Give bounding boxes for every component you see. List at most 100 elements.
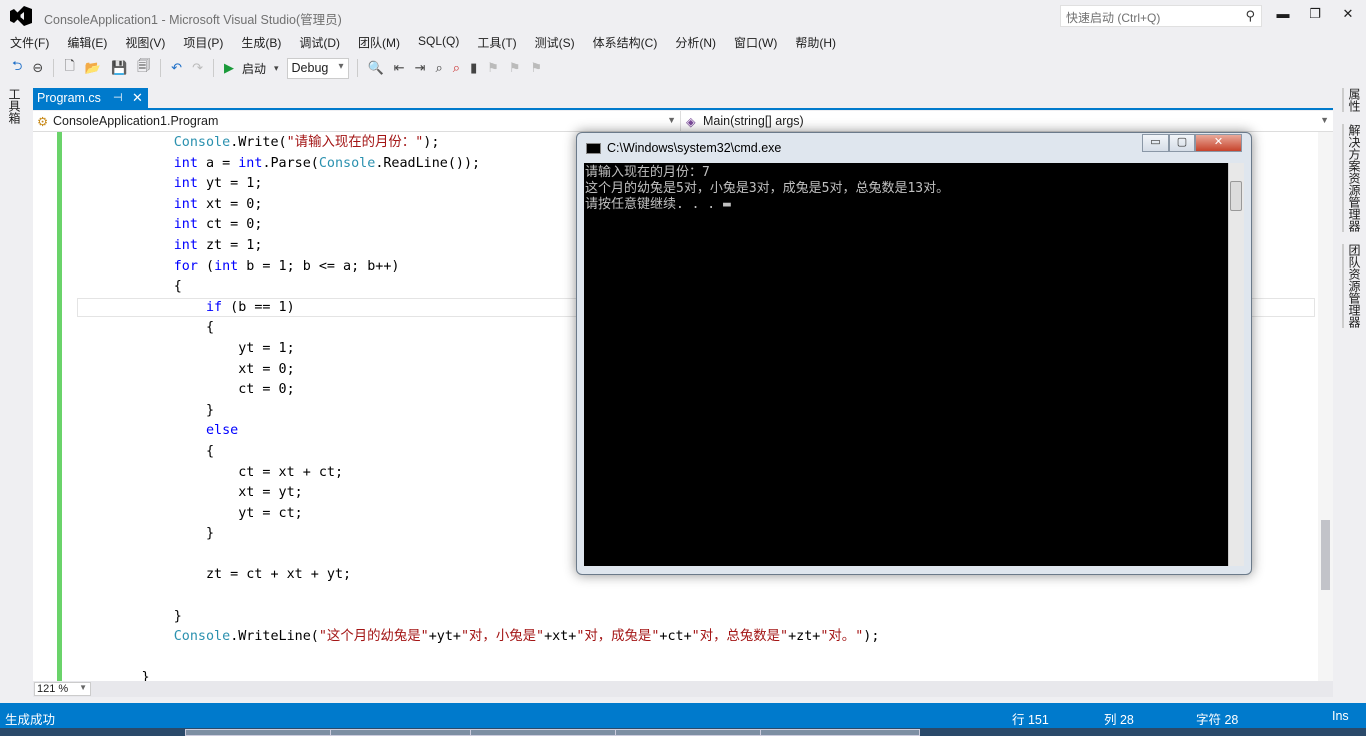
code-token: .WriteLine( [230,629,319,645]
next-bookmark-icon[interactable]: ⚑ [507,60,523,76]
pin-icon[interactable]: ⊣ [113,91,123,104]
save-all-icon[interactable]: 🗐 [135,57,152,79]
keyword-token: else [206,423,239,439]
undo-icon[interactable]: ↶ [169,60,184,76]
class-icon: ⚙ [37,115,49,129]
indent-icon[interactable]: ⇤ [392,60,407,76]
clear-bookmarks-icon[interactable]: ⚑ [529,60,545,76]
menu-item[interactable]: 分析(N) [675,32,725,52]
tab-program-cs[interactable]: Program.cs ⊣ ✕ [33,88,148,110]
menu-item[interactable]: 测试(S) [535,32,584,52]
close-tab-icon[interactable]: ✕ [132,90,143,106]
close-button[interactable]: ✕ [1336,6,1360,24]
taskbar-item[interactable] [470,729,630,736]
status-message: 生成成功 [5,713,56,727]
restore-button[interactable]: ❐ [1303,6,1327,24]
cmd-close-button[interactable]: ✕ [1195,134,1242,152]
chevron-down-icon[interactable]: ▾ [272,63,281,74]
code-token: xt = 0; [197,196,263,212]
taskbar-item[interactable] [615,729,775,736]
toolbox-tab[interactable]: 工具箱 [7,88,23,124]
menu-item[interactable]: 项目(P) [183,32,232,52]
menu-item[interactable]: 视图(V) [125,32,174,52]
code-token: yt = 1; [197,176,263,192]
keyword-token: int [238,155,263,171]
code-token: yt = ct; [77,505,303,521]
code-token: zt = 1; [197,237,263,253]
menu-item[interactable]: 调试(D) [299,32,349,52]
back-icon[interactable]: ⮌ [10,57,24,79]
quick-launch-input[interactable]: 快速启动 (Ctrl+Q) ⚲ [1060,5,1262,27]
taskbar-item[interactable] [330,729,490,736]
cmd-minimize-button[interactable]: ▭ [1142,134,1169,152]
code-token: yt = 1; [77,340,295,356]
member-dropdown-value: Main(string[] args) [703,114,804,128]
bookmark-icon[interactable]: ▮ [468,60,479,76]
menu-item[interactable]: 工具(T) [477,32,525,52]
tab-label: Program.cs [37,91,101,105]
taskbar-item[interactable] [760,729,920,736]
keyword-token: int [214,258,239,274]
type-token: Console [173,135,231,150]
console-output[interactable]: 请输入现在的月份：7 这个月的幼兔是5对，小兔是3对，成兔是5对，总兔数是13对。… [584,163,1228,566]
horizontal-scrollbar[interactable] [33,681,1333,697]
window-title: ConsoleApplication1 - Microsoft Visual S… [44,13,342,27]
console-scrollbar[interactable] [1228,163,1244,566]
properties-tab[interactable]: 属性 [1342,88,1363,112]
code-token: +ct+ [659,629,692,645]
menu-item[interactable]: 窗口(W) [734,32,786,52]
outdent-icon[interactable]: ⇥ [413,60,428,76]
code-token: ); [423,135,440,150]
status-line: 行 151 [1012,713,1049,727]
vertical-scrollbar-thumb[interactable] [1321,520,1330,590]
code-token: { [77,279,182,295]
class-dropdown-value: ConsoleApplication1.Program [53,114,219,128]
status-insert-mode: Ins [1332,709,1349,723]
solution-explorer-tab[interactable]: 解决方案资源管理器 [1342,124,1363,232]
find-icon[interactable]: 🔍 [366,60,386,76]
chevron-down-icon: ▼ [79,683,87,692]
start-button[interactable]: 启动 [242,60,266,77]
uncomment-icon[interactable]: ⌕ [451,60,462,76]
menu-item[interactable]: 体系结构(C) [593,32,667,52]
class-dropdown[interactable]: ⚙ ConsoleApplication1.Program ▼ [33,111,681,132]
status-column: 列 28 [1104,713,1134,727]
zoom-dropdown[interactable]: 121 % ▼ [34,682,91,696]
cmd-maximize-button[interactable]: ▢ [1169,134,1195,152]
member-dropdown[interactable]: ◈ Main(string[] args) ▼ [683,111,1333,132]
menu-item[interactable]: 文件(F) [10,32,58,52]
redo-icon[interactable]: ↷ [190,60,205,76]
solution-config-select[interactable]: Debug [286,57,349,79]
method-icon: ◈ [686,115,696,129]
title-bar: ConsoleApplication1 - Microsoft Visual S… [0,0,1366,32]
comment-icon[interactable]: ⌕ [434,60,445,76]
start-icon[interactable]: ▶ [222,60,236,76]
minimize-button[interactable]: ▬ [1271,6,1295,24]
forward-icon[interactable]: ⊖ [30,60,45,76]
string-token: "对，总兔数是" [691,629,789,645]
console-scrollbar-thumb[interactable] [1230,181,1242,211]
code-token: xt = 0; [77,361,295,377]
code-token: .Write( [230,135,287,150]
menu-item[interactable]: 帮助(H) [795,32,845,52]
menu-item[interactable]: 编辑(E) [67,32,116,52]
code-token: zt = ct + xt + yt; [77,567,352,583]
save-icon[interactable]: 💾 [109,60,129,76]
menu-item[interactable]: SQL(Q) [418,32,468,52]
team-explorer-tab[interactable]: 团队资源管理器 [1342,244,1363,328]
type-token: Console [318,155,376,171]
vertical-scrollbar[interactable] [1318,132,1333,681]
taskbar-item[interactable] [185,729,345,736]
prev-bookmark-icon[interactable]: ⚑ [485,60,501,76]
cmd-window[interactable]: C:\Windows\system32\cmd.exe ▭ ▢ ✕ 请输入现在的… [576,132,1252,575]
code-token: } [77,608,182,624]
open-file-icon[interactable]: 📂 [83,60,103,76]
console-line: 这个月的幼兔是5对，小兔是3对，成兔是5对，总兔数是13对。 [585,181,950,196]
new-project-icon[interactable]: 🗋 [62,57,76,79]
menu-item[interactable]: 团队(M) [358,32,409,52]
cmd-icon [586,143,601,154]
code-token: a = [197,155,239,171]
menu-item[interactable]: 生成(B) [241,32,290,52]
